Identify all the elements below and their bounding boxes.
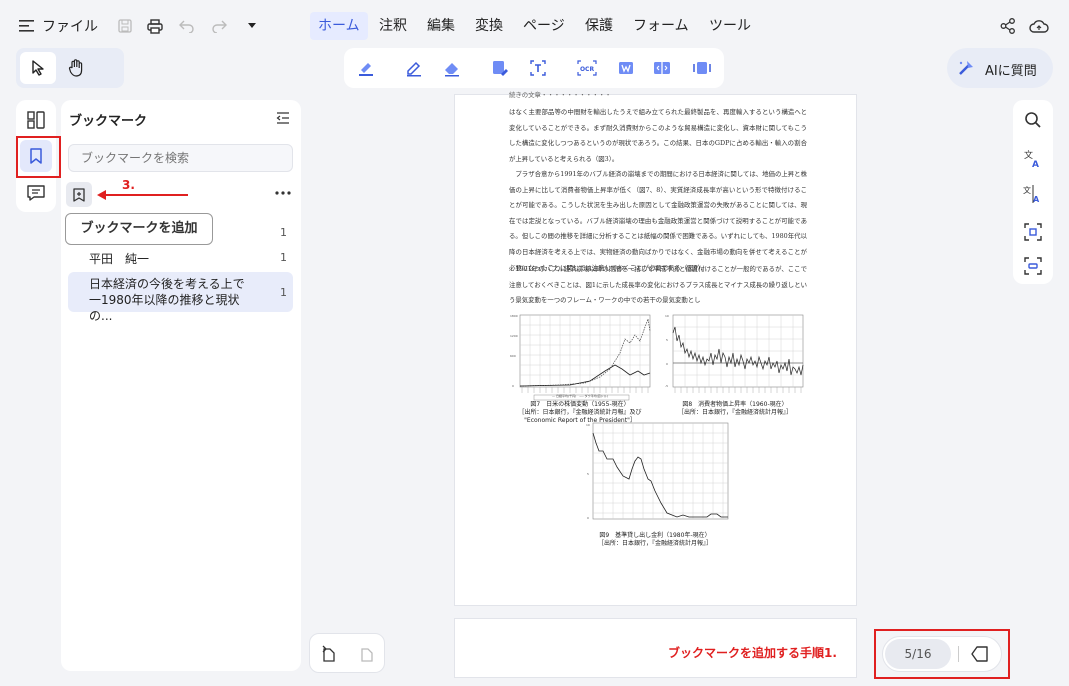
svg-text:5: 5 (666, 338, 668, 342)
highlight-icon[interactable] (354, 56, 378, 80)
bookmark-page-number: 1 (280, 251, 287, 264)
tab-tools[interactable]: ツール (701, 12, 759, 40)
svg-text:600: 600 (510, 354, 516, 358)
figure-8-chart: 10 5 0 -5 (665, 314, 804, 393)
cloud-icon[interactable] (1028, 16, 1050, 36)
figure-9-caption-line: ［出所：日本銀行，『金融経済統計月報』］ (597, 540, 712, 547)
figure-7-caption-line: 図7 日米の株価変動（1955-現在） (530, 401, 630, 408)
svg-text:0: 0 (587, 516, 589, 520)
bookmark-search-input[interactable] (68, 144, 293, 172)
tab-edit[interactable]: 編集 (419, 12, 463, 40)
dropdown-caret-icon[interactable] (244, 17, 260, 35)
extract-page-icon[interactable] (354, 641, 380, 667)
screenshot-crop-icon[interactable] (1021, 220, 1045, 244)
ai-ask-label: AIに質問 (985, 64, 1037, 79)
doc-paragraph: プラザ合意から1991年のバブル経済の崩壊までの期間における日本経済に関しては、… (509, 170, 807, 272)
figure-9-caption-line: 図9 基準貸し出し金利（1980年-現在） (599, 532, 711, 539)
bookmark-title: 平田 純一 (89, 252, 150, 266)
select-tool-icon[interactable] (20, 52, 56, 84)
doc-top-clip: 続きの文章・・・・・・・・・・・ (509, 91, 612, 99)
translate-icon[interactable]: 文A (1021, 146, 1045, 170)
annotation-step-3: 3. (122, 178, 135, 192)
eraser-icon[interactable] (440, 56, 464, 80)
figure-8-caption: 図8 消費者物価上昇率（1960-現在） ［出所：日本銀行，『金融経済統計月報』… (660, 401, 810, 417)
tab-convert[interactable]: 変換 (467, 12, 511, 40)
annotation-arrow-line (100, 194, 188, 196)
add-bookmark-tooltip: ブックマークを追加 (65, 213, 213, 245)
list-item[interactable]: 平田 純一 1 (68, 246, 293, 268)
doc-paragraph: はなく主要部品等の中間財を輸出したうえで組み立てられた最終製品を、再度輸入すると… (509, 108, 807, 163)
thumbnails-icon[interactable] (24, 108, 48, 132)
share-icon[interactable] (998, 16, 1018, 36)
svg-text:1200: 1200 (510, 334, 518, 338)
rotate-page-icon[interactable] (316, 641, 342, 667)
file-menu[interactable]: ファイル (42, 16, 98, 36)
page-number-input[interactable]: 5/16 (885, 639, 951, 669)
svg-text:1800: 1800 (510, 314, 518, 318)
ai-wand-icon (956, 58, 976, 78)
save-icon[interactable] (116, 17, 134, 35)
doc-paragraph: 1991年のバブル経済崩壊以降の期間を一括して平成不況と位置付けることが一般的で… (509, 265, 807, 305)
bookmark-page-number: 1 (280, 226, 287, 239)
hamburger-menu-icon[interactable] (18, 17, 36, 35)
bookmark-plus-icon (73, 187, 85, 202)
redo-icon[interactable] (210, 17, 228, 35)
scan-icon[interactable] (1021, 254, 1045, 278)
slideshow-icon[interactable] (690, 56, 714, 80)
svg-text:-5: -5 (665, 384, 668, 388)
print-icon[interactable] (146, 17, 164, 35)
figure-7-chart: 1800 1200 600 0 (510, 314, 651, 401)
top-toolbar: ファイル ホーム 注釈 編集 変換 ページ 保護 フォーム ツール (0, 0, 1069, 52)
watermark-icon[interactable] (614, 56, 638, 80)
collapse-panel-icon[interactable] (274, 110, 292, 126)
annotation-arrow-head (97, 190, 106, 200)
undo-icon[interactable] (178, 17, 196, 35)
document-page: 続きの文章・・・・・・・・・・・ はなく主要部品等の中間財を輸出したうえで組み立… (454, 91, 857, 606)
annotation-caption: ブックマークを追加する手順1. (668, 646, 837, 660)
tab-annotate[interactable]: 注釈 (371, 12, 415, 40)
comments-icon[interactable] (24, 182, 48, 204)
page-nav-divider (958, 646, 959, 662)
list-item-selected[interactable]: 日本経済の今後を考える上で一1980年以降の推移と現状の... 1 (68, 272, 293, 323)
compare-documents-icon[interactable]: 文A (1021, 182, 1045, 206)
figure-8-caption-line: ［出所：日本銀行，『金融経済統計月報』］ (677, 409, 792, 416)
figure-7-caption-line: ［出所：日本銀行，『金融経済統計月報』及び (518, 409, 642, 416)
bookmark-panel-icon[interactable] (20, 140, 52, 172)
pen-icon[interactable] (402, 56, 426, 80)
tab-page[interactable]: ページ (515, 12, 573, 40)
add-bookmark-button[interactable] (66, 182, 92, 207)
hand-tool-icon[interactable] (60, 52, 92, 84)
bookmark-panel (61, 100, 301, 671)
svg-text:10: 10 (586, 423, 590, 427)
svg-text:文: 文 (1023, 185, 1031, 195)
svg-text:0: 0 (512, 384, 514, 388)
svg-text:10: 10 (665, 314, 669, 318)
ocr-icon[interactable]: OCR (574, 56, 600, 80)
edit-text-icon[interactable] (488, 56, 512, 80)
bookmark-title: 日本経済の今後を考える上で一1980年以降の推移と現状の... (89, 277, 245, 323)
figure-7-legend: — 日経平均(千円) ---- ダウ平均(百ドル) (552, 394, 608, 398)
svg-text:5: 5 (587, 472, 589, 476)
svg-text:A: A (1033, 195, 1040, 204)
go-back-icon[interactable] (966, 641, 994, 667)
svg-text:OCR: OCR (580, 66, 595, 73)
tab-form[interactable]: フォーム (625, 12, 697, 40)
figure-9-caption: 図9 基準貸し出し金利（1980年-現在） ［出所：日本銀行，『金融経済統計月報… (580, 532, 730, 548)
compare-icon[interactable] (650, 56, 674, 80)
svg-text:0: 0 (666, 362, 668, 366)
bookmark-panel-title: ブックマーク (69, 114, 148, 129)
figure-9-chart: 10 5 0 (586, 422, 729, 520)
search-icon[interactable] (1021, 108, 1045, 132)
text-box-icon[interactable] (526, 56, 550, 80)
tab-protect[interactable]: 保護 (577, 12, 621, 40)
bookmark-page-number: 1 (280, 286, 287, 299)
tab-home[interactable]: ホーム (310, 12, 368, 40)
more-options-icon[interactable] (273, 186, 293, 200)
figure-8-caption-line: 図8 消費者物価上昇率（1960-現在） (682, 401, 788, 408)
svg-text:A: A (1032, 160, 1039, 168)
